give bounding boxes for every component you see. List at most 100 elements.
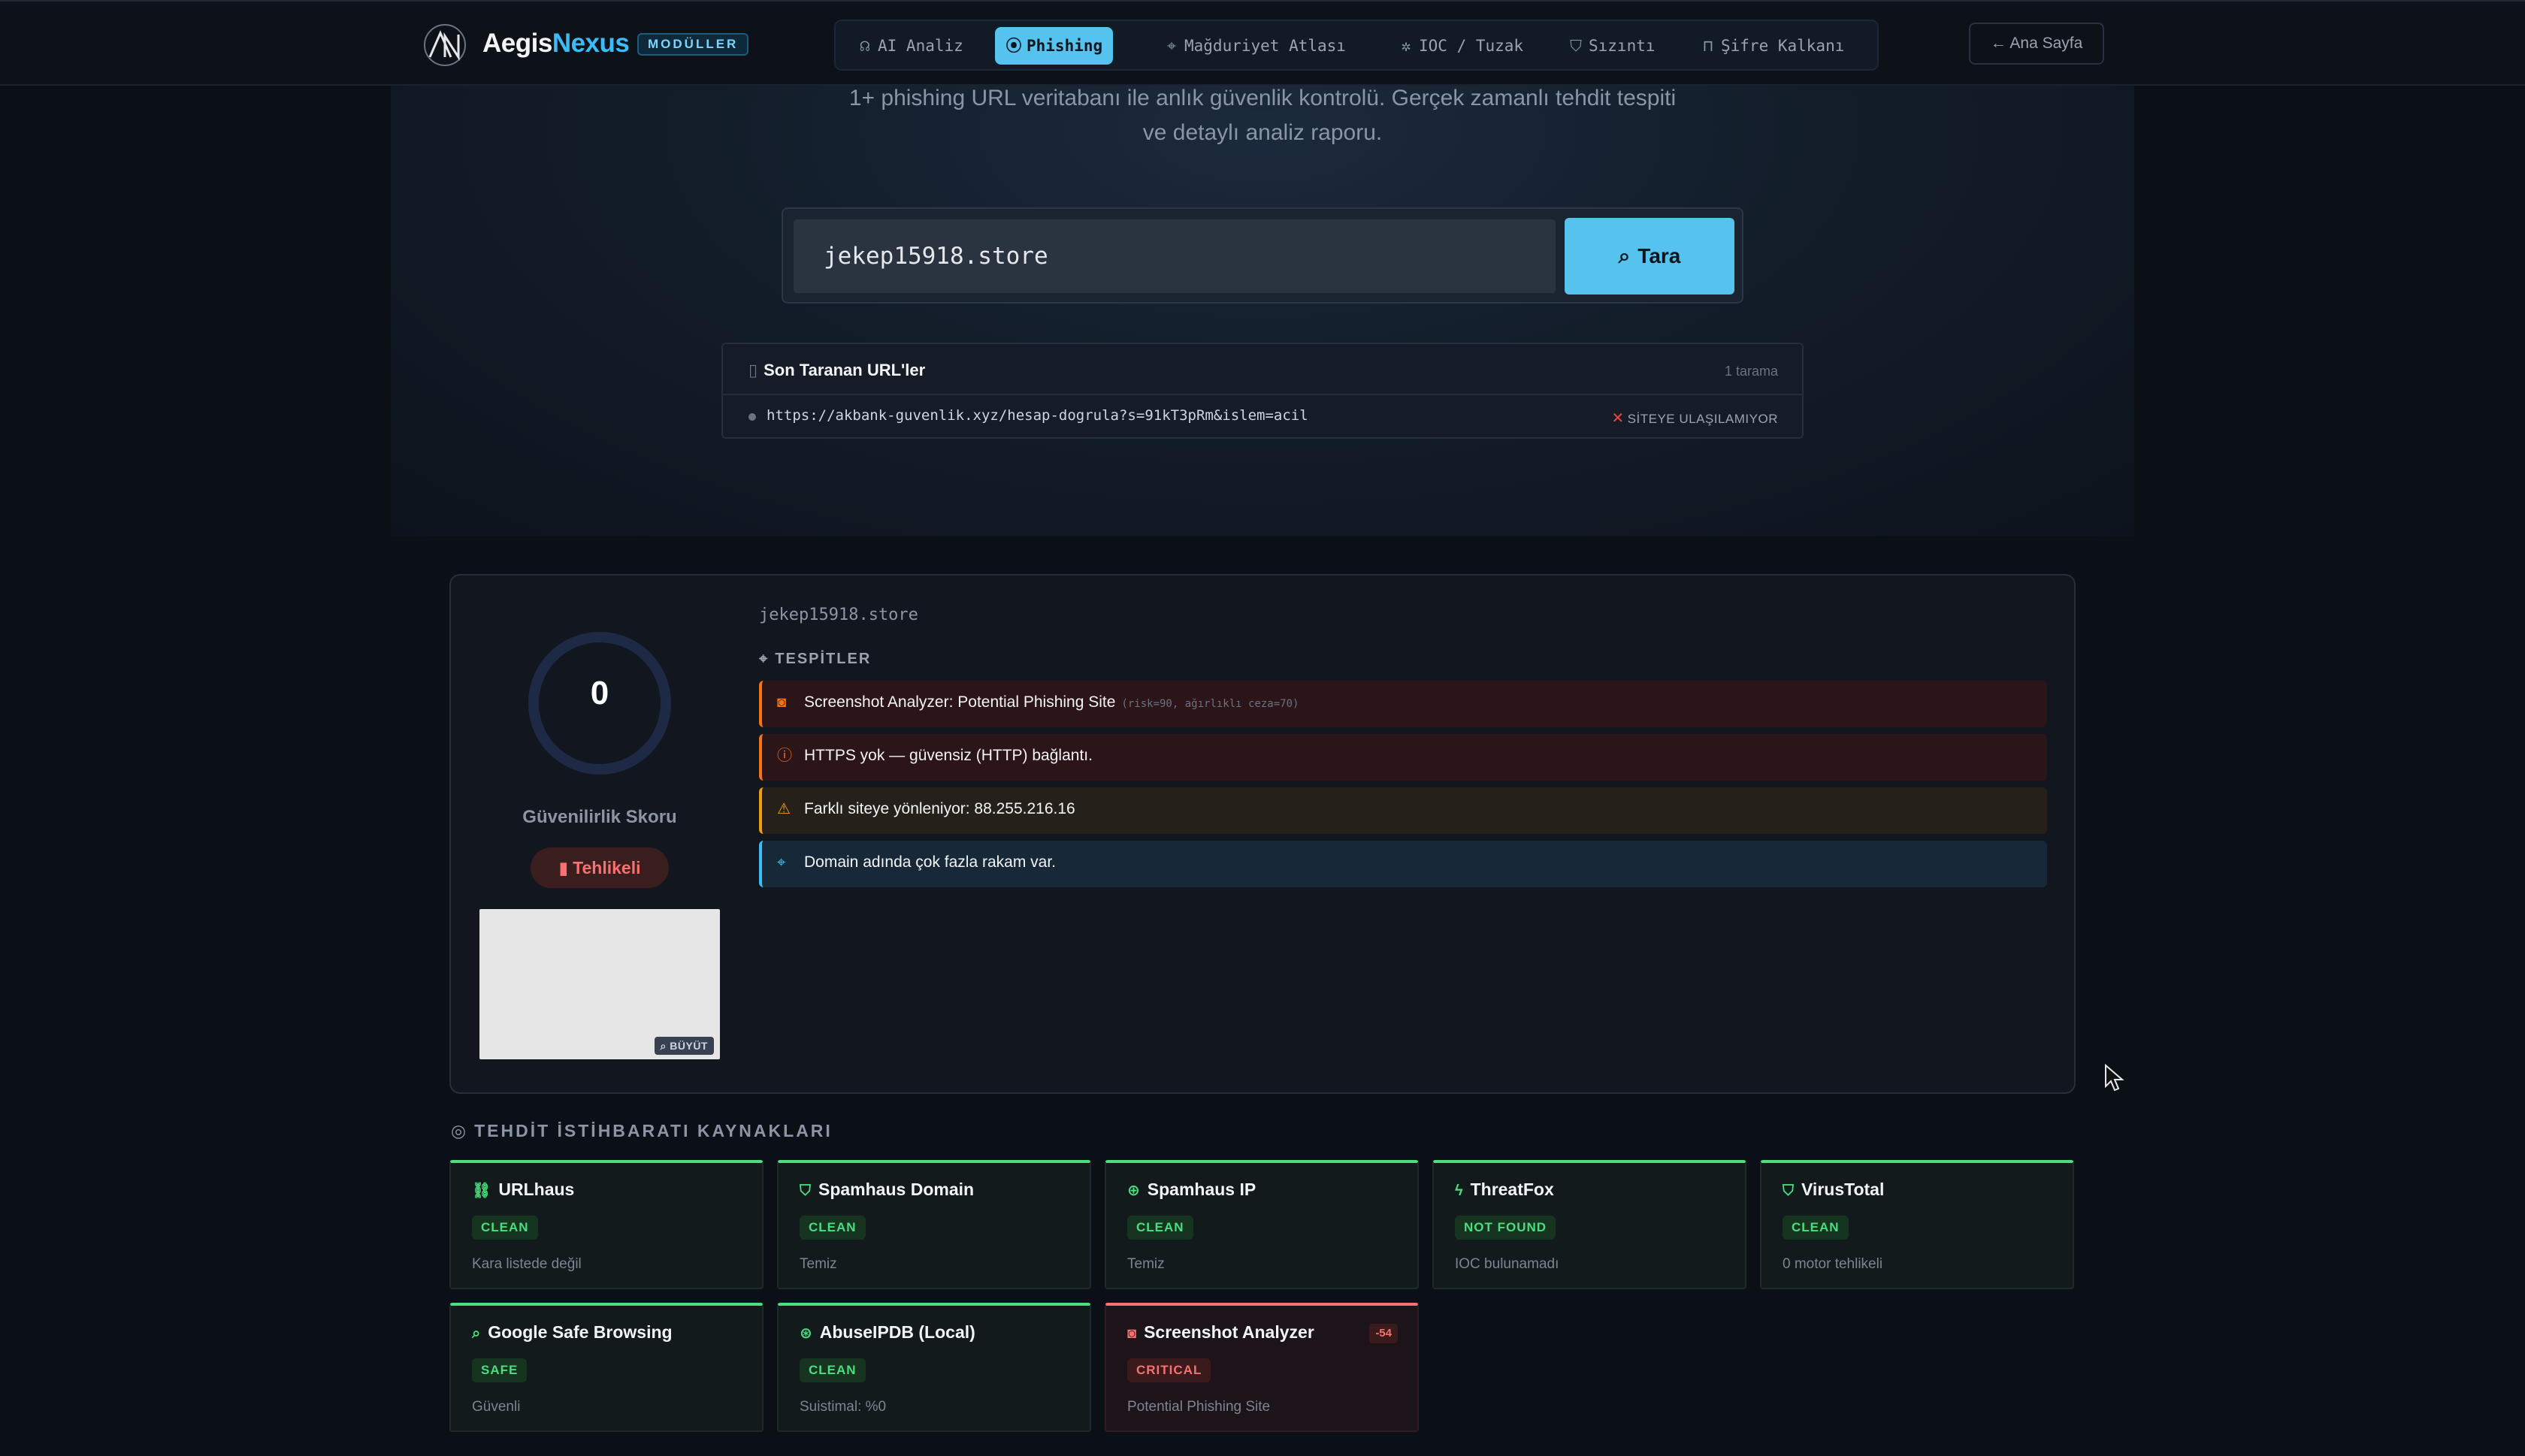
hero-section <box>391 86 2134 536</box>
alert-circle-icon: ⓘ <box>777 748 792 764</box>
tab-ai-analiz[interactable]: ☊ AI Analiz <box>846 27 974 65</box>
result-domain: jekep15918.store <box>759 606 918 624</box>
hero-subtitle: 1+ phishing URL veritabanı ile anlık güv… <box>812 81 1713 150</box>
clipboard-icon: ▯ <box>748 361 758 379</box>
magnifier-icon: ⌕ <box>660 1040 667 1052</box>
status-text: SİTEYE ULAŞILAMIYOR <box>1627 412 1778 426</box>
threat-intel-heading: ◎ TEHDİT İSTİHBARATI KAYNAKLARI <box>451 1121 833 1141</box>
findings-heading: ⌖ TESPİTLER <box>759 651 871 668</box>
penalty-badge: -54 <box>1369 1324 1398 1343</box>
source-card-spamhaus-domain[interactable]: ⛉ Spamhaus Domain CLEAN Temiz <box>777 1160 1091 1289</box>
source-desc: Güvenli <box>472 1399 521 1415</box>
source-desc: 0 motor tehlikeli <box>1783 1256 1883 1272</box>
tab-phishing[interactable]: ⦿ Phishing <box>995 27 1114 65</box>
source-name-text: ThreatFox <box>1470 1180 1554 1199</box>
source-name: ◙ Screenshot Analyzer <box>1127 1322 1314 1343</box>
source-name-text: URLhaus <box>498 1180 575 1199</box>
pin-icon: ⌖ <box>759 651 770 667</box>
url-input[interactable] <box>794 219 1556 293</box>
hero-subtitle-line-2: ve detaylı analiz raporu. <box>1142 120 1383 145</box>
tab-label: Şifre Kalkanı <box>1721 37 1845 55</box>
warning-icon: ⚠ <box>777 801 791 817</box>
hero-subtitle-line-1: 1+ phishing URL veritabanı ile anlık güv… <box>848 86 1677 110</box>
camera-icon: ◙ <box>1127 1325 1137 1342</box>
recent-title-text: Son Taranan URL'ler <box>764 361 926 379</box>
recent-scans-title: ▯ Son Taranan URL'ler <box>748 361 925 380</box>
findings-heading-text: TESPİTLER <box>775 651 872 667</box>
aegisnexus-logo-icon[interactable] <box>422 23 467 68</box>
source-name-text: Spamhaus IP <box>1147 1180 1256 1199</box>
tab-sizinti[interactable]: ⛉ Sızıntı <box>1557 27 1666 65</box>
link-icon: ⛓ <box>472 1183 491 1199</box>
radar-icon: ◎ <box>451 1121 469 1140</box>
tab-ioc-tuzak[interactable]: ✲ IOC / Tuzak <box>1387 27 1534 65</box>
finding-item: ⓘ HTTPS yok — güvensiz (HTTP) bağlantı. <box>759 734 2047 781</box>
scan-button[interactable]: ⌕ Tara <box>1565 218 1734 295</box>
scan-result-card: 0 Güvenilirlik Skoru ▮ Tehlikeli ⌕ BÜYÜT … <box>449 574 2076 1094</box>
site-screenshot-thumbnail[interactable]: ⌕ BÜYÜT <box>479 909 720 1059</box>
status-badge: CLEAN <box>800 1216 866 1240</box>
source-name: ϟ ThreatFox <box>1455 1180 1554 1200</box>
search-icon: ⌕ <box>472 1325 481 1342</box>
camera-icon: ◙ <box>777 694 787 711</box>
home-button[interactable]: ← Ana Sayfa <box>1969 23 2104 65</box>
trust-score-value: 0 <box>590 675 609 711</box>
source-name-text: Screenshot Analyzer <box>1144 1322 1314 1342</box>
pin-icon: ⌖ <box>1167 37 1176 55</box>
tab-sifre-kalkani[interactable]: ⊓ Şifre Kalkanı <box>1689 27 1855 65</box>
recent-scans-count: 1 tarama <box>1724 364 1778 379</box>
source-name: ⌕ Google Safe Browsing <box>472 1322 673 1343</box>
source-desc: Kara listede değil <box>472 1256 582 1272</box>
divider <box>723 394 1802 395</box>
source-name-text: Spamhaus Domain <box>818 1180 975 1199</box>
status-badge: SAFE <box>472 1358 528 1382</box>
zoom-button[interactable]: ⌕ BÜYÜT <box>654 1037 714 1055</box>
brand-name[interactable]: AegisNexus <box>482 29 630 59</box>
source-card-spamhaus-ip[interactable]: ⊕ Spamhaus IP CLEAN Temiz <box>1105 1160 1419 1289</box>
scan-label: Tara <box>1637 244 1681 267</box>
source-card-urlhaus[interactable]: ⛓ URLhaus CLEAN Kara listede değil <box>449 1160 764 1289</box>
brain-icon: ☊ <box>860 37 870 55</box>
shield-icon: ⛉ <box>1783 1183 1794 1199</box>
source-name: ⊛ AbuseIPDB (Local) <box>800 1322 975 1343</box>
zoom-label: BÜYÜT <box>670 1040 708 1052</box>
brand-part-2: Nexus <box>552 29 630 58</box>
source-card-threatfox[interactable]: ϟ ThreatFox NOT FOUND IOC bulunamadı <box>1432 1160 1746 1289</box>
finding-item: ⚠ Farklı siteye yönleniyor: 88.255.216.1… <box>759 787 2047 834</box>
source-name: ⊕ Spamhaus IP <box>1127 1180 1256 1200</box>
bolt-icon: ϟ <box>1455 1183 1463 1199</box>
finding-text: Screenshot Analyzer: Potential Phishing … <box>804 693 1116 711</box>
danger-icon: ▮ <box>558 858 569 878</box>
source-card-google-safe-browsing[interactable]: ⌕ Google Safe Browsing SAFE Güvenli <box>449 1303 764 1432</box>
source-desc: Suistimal: %0 <box>800 1399 887 1415</box>
tab-label: Mağduriyet Atlası <box>1184 37 1346 55</box>
recent-scan-status: ✕ SİTEYE ULAŞILAMIYOR <box>1611 409 1778 427</box>
source-name: ⛉ Spamhaus Domain <box>800 1180 974 1200</box>
source-card-screenshot-analyzer[interactable]: ◙ Screenshot Analyzer -54 CRITICAL Potent… <box>1105 1303 1419 1432</box>
lock-icon: ⊓ <box>1703 37 1713 55</box>
globe-icon: ⊕ <box>1127 1183 1140 1199</box>
status-badge: CRITICAL <box>1127 1358 1211 1382</box>
source-card-abuseipdb[interactable]: ⊛ AbuseIPDB (Local) CLEAN Suistimal: %0 <box>777 1303 1091 1432</box>
shield-icon: ⛉ <box>800 1183 811 1199</box>
finding-note: (risk=90, ağırlıklı ceza=70) <box>1121 698 1299 710</box>
finding-text: Farklı siteye yönleniyor: 88.255.216.16 <box>804 800 1075 817</box>
source-desc: Potential Phishing Site <box>1127 1399 1271 1415</box>
database-icon: ⊛ <box>800 1325 812 1342</box>
source-card-virustotal[interactable]: ⛉ VirusTotal CLEAN 0 motor tehlikeli <box>1760 1160 2074 1289</box>
tab-label: Sızıntı <box>1589 37 1656 55</box>
recent-scan-url[interactable]: https://akbank-guvenlik.xyz/hesap-dogrul… <box>767 407 1308 424</box>
tab-magduriyet-atlasi[interactable]: ⌖ Mağduriyet Atlası <box>1153 27 1356 65</box>
status-badge: CLEAN <box>1783 1216 1849 1240</box>
mouse-cursor-icon <box>2105 1064 2124 1092</box>
bullet-icon <box>748 413 756 421</box>
info-pin-icon: ⌖ <box>777 854 786 871</box>
source-name-text: VirusTotal <box>1801 1180 1885 1199</box>
shield-icon: ⛉ <box>1570 37 1582 55</box>
module-tabs: ☊ AI Analiz ⦿ Phishing ⌖ Mağduriyet Atlası … <box>834 20 1879 71</box>
bug-icon: ✲ <box>1401 37 1411 55</box>
source-name-text: AbuseIPDB (Local) <box>819 1322 975 1342</box>
modules-badge[interactable]: MODÜLLER <box>637 33 749 56</box>
top-navbar: AegisNexus MODÜLLER ☊ AI Analiz ⦿ Phishing… <box>0 0 2525 86</box>
verdict-text: Tehlikeli <box>573 858 641 878</box>
